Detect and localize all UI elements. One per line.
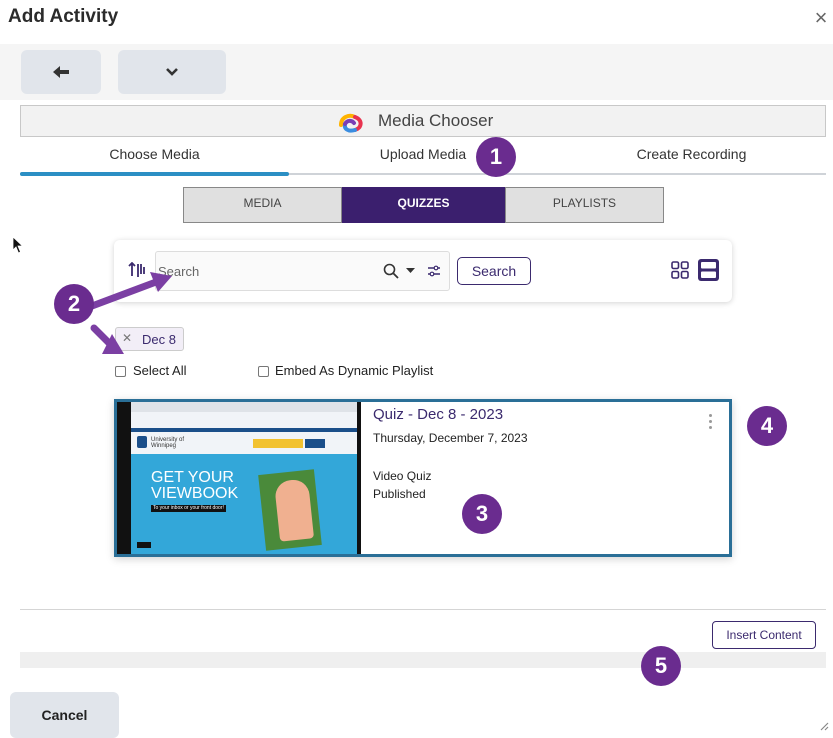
embed-playlist-label: Embed As Dynamic Playlist	[275, 363, 434, 378]
cancel-button[interactable]: Cancel	[10, 692, 119, 738]
search-button[interactable]: Search	[457, 257, 531, 285]
list-view-icon[interactable]	[697, 258, 720, 282]
segment-quizzes[interactable]: QUIZZES	[342, 187, 505, 223]
annotation-badge-3: 3	[462, 494, 502, 534]
back-button[interactable]	[21, 50, 101, 94]
result-thumbnail[interactable]: University of Winnipeg GET YOUR VIEWBOOK…	[117, 402, 361, 554]
annotation-badge-4: 4	[747, 406, 787, 446]
media-chooser-title: Media Chooser	[378, 111, 494, 130]
more-options-icon[interactable]	[705, 414, 715, 438]
embed-playlist-checkbox[interactable]	[258, 366, 269, 377]
result-status: Published	[373, 487, 426, 501]
resize-handle-icon[interactable]	[819, 721, 829, 731]
tab-choose-media[interactable]: Choose Media	[20, 146, 289, 162]
thumbnail-headline-1: GET YOUR	[151, 469, 234, 486]
thumbnail-headline-2: VIEWBOOK	[151, 485, 239, 502]
result-type: Video Quiz	[373, 469, 432, 483]
select-all-checkbox[interactable]	[115, 366, 126, 377]
segment-media[interactable]: MEDIA	[183, 187, 342, 223]
close-icon[interactable]: ×	[810, 6, 832, 30]
annotation-badge-1: 1	[476, 137, 516, 177]
active-tab-indicator	[20, 172, 289, 176]
annotation-arrows	[88, 272, 172, 354]
tab-create-recording[interactable]: Create Recording	[557, 146, 826, 162]
footer-bar	[20, 652, 826, 668]
insert-content-button[interactable]: Insert Content	[712, 621, 816, 649]
annotation-badge-2: 2	[54, 284, 94, 324]
dropdown-button[interactable]	[118, 50, 226, 94]
mouse-pointer-icon	[12, 236, 24, 254]
chevron-down-icon[interactable]	[405, 267, 416, 275]
thumbnail-logo-text: University of Winnipeg	[151, 437, 185, 449]
search-icon[interactable]	[383, 263, 399, 279]
result-date: Thursday, December 7, 2023	[373, 431, 528, 445]
arrow-left-icon	[53, 66, 69, 78]
grid-view-icon[interactable]	[671, 261, 689, 279]
thumbnail-tagline: To your inbox or your front door!	[151, 505, 226, 512]
segment-playlists[interactable]: PLAYLISTS	[505, 187, 664, 223]
chevron-down-icon	[166, 68, 178, 76]
select-all-label: Select All	[133, 363, 187, 378]
result-title[interactable]: Quiz - Dec 8 - 2023	[373, 406, 503, 423]
filter-sliders-icon[interactable]	[427, 264, 441, 278]
footer-divider	[20, 609, 826, 610]
dialog-title: Add Activity	[8, 6, 119, 27]
annotation-badge-5: 5	[641, 646, 681, 686]
tab-upload-media[interactable]: Upload Media	[289, 146, 557, 162]
media-chooser-logo-icon	[339, 113, 363, 133]
